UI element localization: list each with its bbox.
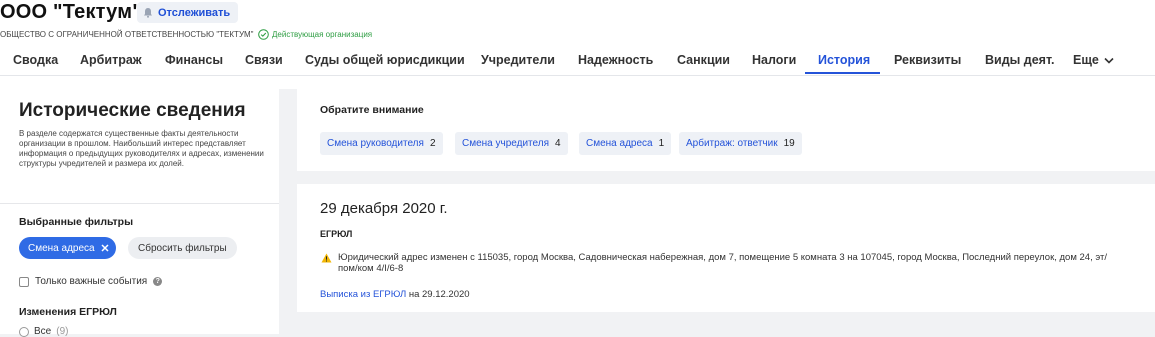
important-only-label: Только важные события <box>35 276 148 287</box>
follow-button[interactable]: Отслеживать <box>137 2 239 23</box>
active-tab-indicator <box>805 72 880 74</box>
radio-all[interactable] <box>19 326 29 337</box>
sidebar-description: В разделе содержатся существенные факты … <box>19 129 264 168</box>
company-title: ООО "Тектум" <box>0 1 142 23</box>
important-only-checkbox[interactable] <box>19 276 29 287</box>
sidebar-divider <box>0 203 279 204</box>
attention-item-label: Арбитраж: ответчик <box>686 138 778 149</box>
follow-label: Отслеживать <box>158 6 231 19</box>
attention-item-label: Смена руководителя <box>327 138 424 149</box>
company-full-name: ОБЩЕСТВО С ОГРАНИЧЕННОЙ ОТВЕТСТВЕННОСТЬЮ… <box>0 30 254 39</box>
attention-item-count: 4 <box>555 138 561 149</box>
tab-taxes[interactable]: Налоги <box>752 53 796 67</box>
selected-filters-label: Выбранные фильтры <box>19 216 134 228</box>
warning-icon <box>321 253 332 263</box>
event-source: ЕГРЮЛ <box>320 229 353 239</box>
history-event-card: 29 декабря 2020 г. ЕГРЮЛ Юридический адр… <box>297 184 1155 312</box>
important-only-row: Только важные события ? <box>19 276 163 287</box>
tab-links[interactable]: Связи <box>245 53 283 67</box>
radio-all-label: Все <box>34 326 52 337</box>
attention-title: Обратите внимание <box>320 104 424 116</box>
egrul-extract-date: на 29.12.2020 <box>406 289 470 300</box>
status-badge: Действующая организация <box>258 29 372 40</box>
attention-item[interactable]: Смена адреса 1 <box>579 132 672 155</box>
attention-card: Обратите внимание Смена руководителя 2 С… <box>297 89 1155 171</box>
tab-summary[interactable]: Сводка <box>13 53 58 67</box>
egrul-changes-label: Изменения ЕГРЮЛ <box>19 306 117 318</box>
status-label: Действующая организация <box>272 30 373 39</box>
tab-activities[interactable]: Виды деят. <box>985 53 1054 67</box>
help-icon[interactable]: ? <box>153 277 163 286</box>
event-date: 29 декабря 2020 г. <box>320 200 448 217</box>
close-icon[interactable] <box>101 244 109 252</box>
attention-item-label: Смена адреса <box>586 138 653 149</box>
event-row: Юридический адрес изменен с 115035, горо… <box>321 252 1121 274</box>
egrul-extract-link[interactable]: Выписка из ЕГРЮЛ <box>320 289 406 300</box>
event-link-row: Выписка из ЕГРЮЛ на 29.12.2020 <box>320 289 470 300</box>
tab-reliability[interactable]: Надежность <box>578 53 653 67</box>
tab-bar: Сводка Арбитраж Финансы Связи Суды общей… <box>0 48 1155 76</box>
tabs-divider <box>0 75 1155 76</box>
company-header: ООО "Тектум" Отслеживать ОБЩЕСТВО С ОГРА… <box>0 0 1155 89</box>
attention-item-count: 1 <box>658 138 665 149</box>
tab-founders[interactable]: Учредители <box>481 53 555 67</box>
attention-item-count: 19 <box>783 138 795 149</box>
chevron-down-icon <box>1104 57 1114 64</box>
bell-icon <box>144 8 152 18</box>
radio-all-count: (9) <box>56 326 69 337</box>
filter-chip-label: Смена адреса <box>28 242 95 254</box>
event-description: Юридический адрес изменен с 115035, горо… <box>338 252 1107 274</box>
attention-item[interactable]: Смена руководителя 2 <box>320 132 443 155</box>
tab-more[interactable]: Еще <box>1073 53 1114 67</box>
tab-general-courts[interactable]: Суды общей юрисдикции <box>305 53 465 67</box>
attention-item-count: 2 <box>429 138 436 149</box>
radio-all-row: Все (9) <box>19 326 68 337</box>
attention-item[interactable]: Смена учредителя 4 <box>455 132 568 155</box>
sidebar-title: Исторические сведения <box>19 100 246 121</box>
tab-history[interactable]: История <box>818 53 870 67</box>
history-sidebar: Исторические сведения В разделе содержат… <box>0 89 279 337</box>
reset-filters-button[interactable]: Сбросить фильтры <box>128 237 237 259</box>
filter-chip-address-change[interactable]: Смена адреса <box>19 237 116 259</box>
attention-item-label: Смена учредителя <box>462 138 550 149</box>
check-circle-icon <box>258 29 269 40</box>
tab-sanctions[interactable]: Санкции <box>677 53 730 67</box>
tab-requisites[interactable]: Реквизиты <box>894 53 961 67</box>
tab-finances[interactable]: Финансы <box>165 53 223 67</box>
attention-item[interactable]: Арбитраж: ответчик 19 <box>679 132 802 155</box>
tab-arbitration[interactable]: Арбитраж <box>80 53 142 67</box>
tab-more-label: Еще <box>1073 53 1099 67</box>
